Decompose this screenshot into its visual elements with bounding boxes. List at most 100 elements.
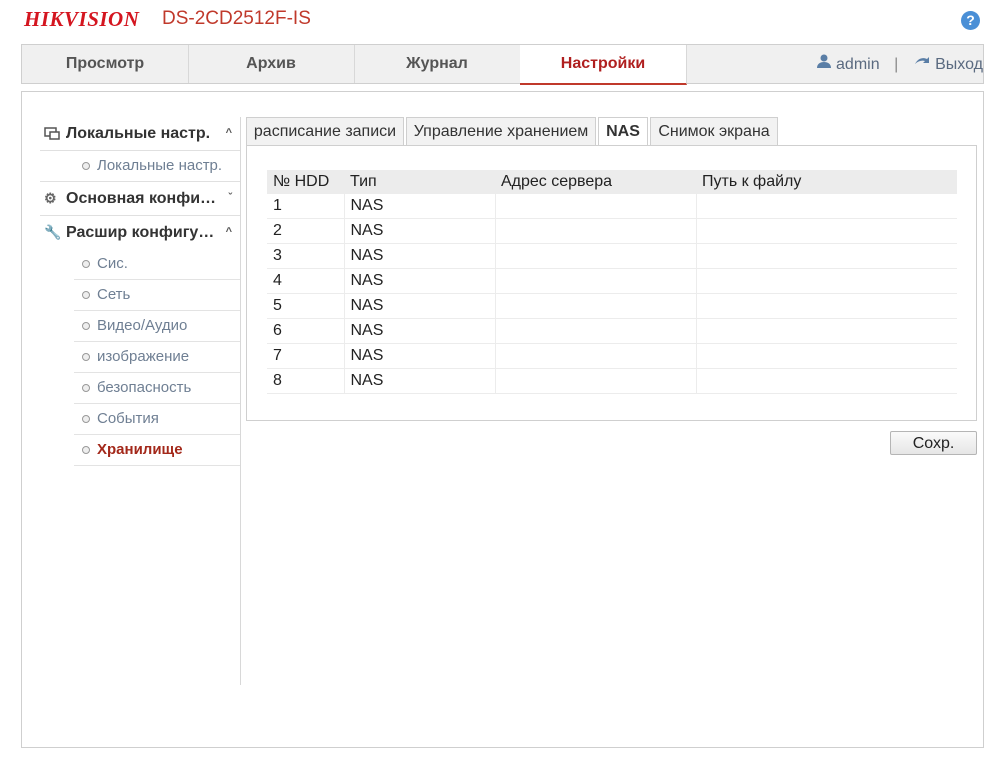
cell-type: NAS	[343, 318, 495, 344]
table-row[interactable]: 5 NAS	[267, 293, 957, 319]
chevron-up-icon: ^	[225, 127, 232, 139]
sidebar-item-video-audio[interactable]: Видео/Аудио	[74, 311, 240, 342]
sidebar-section-basic[interactable]: ⚙ Основная конфи… ˇ	[40, 182, 240, 216]
tab-snapshot[interactable]: Снимок экрана	[650, 117, 778, 145]
cell-type: NAS	[343, 243, 495, 269]
sidebar-item-label: События	[97, 410, 159, 427]
cell-path[interactable]	[695, 368, 957, 394]
sidebar: Локальные настр. ^ Локальные настр. ⚙ Ос…	[40, 117, 240, 466]
cell-path[interactable]	[695, 318, 957, 344]
user-separator: |	[894, 56, 899, 74]
bullet-icon	[82, 446, 90, 454]
cell-hdd: 7	[267, 343, 344, 369]
sidebar-item-label: безопасность	[97, 379, 192, 396]
bullet-icon	[82, 322, 90, 330]
cell-path[interactable]	[695, 218, 957, 244]
bullet-icon	[82, 384, 90, 392]
sidebar-item-label: Сис.	[97, 255, 128, 272]
table-row[interactable]: 1 NAS	[267, 194, 957, 219]
nav-tab-settings[interactable]: Настройки	[520, 45, 687, 85]
sidebar-section-label: Локальные настр.	[66, 125, 211, 142]
sidebar-item-label: Видео/Аудио	[97, 317, 188, 334]
device-model: DS-2CD2512F-IS	[162, 8, 311, 29]
column-header-type: Тип	[344, 170, 495, 194]
cell-path[interactable]	[695, 293, 957, 319]
cell-server[interactable]	[494, 293, 696, 319]
username: admin	[836, 56, 880, 74]
sidebar-item-security[interactable]: безопасность	[74, 373, 240, 404]
cell-hdd: 1	[267, 194, 344, 219]
top-navigation: Просмотр Архив Журнал Настройки admin | …	[21, 44, 984, 85]
sidebar-item-events[interactable]: События	[74, 404, 240, 435]
logout-icon	[913, 45, 931, 85]
sidebar-item-storage[interactable]: Хранилище	[74, 435, 240, 466]
hikvision-logo: HIKVISION	[24, 7, 140, 31]
cell-server[interactable]	[494, 243, 696, 269]
tab-nas[interactable]: NAS	[598, 117, 648, 147]
sidebar-item-local-settings[interactable]: Локальные настр.	[74, 151, 240, 181]
cell-server[interactable]	[494, 343, 696, 369]
cell-type: NAS	[343, 218, 495, 244]
cell-path[interactable]	[695, 243, 957, 269]
table-row[interactable]: 4 NAS	[267, 268, 957, 294]
chevron-up-icon: ^	[225, 226, 232, 238]
cell-server[interactable]	[494, 268, 696, 294]
column-header-server: Адрес сервера	[495, 170, 696, 194]
cell-hdd: 6	[267, 318, 344, 344]
logout-link[interactable]: Выход	[935, 56, 983, 73]
table-row[interactable]: 6 NAS	[267, 318, 957, 344]
bullet-icon	[82, 291, 90, 299]
table-row[interactable]: 7 NAS	[267, 343, 957, 369]
sidebar-divider-line	[240, 117, 241, 685]
cell-type: NAS	[343, 368, 495, 394]
user-area: admin | Выход	[816, 45, 983, 83]
sidebar-item-network[interactable]: Сеть	[74, 280, 240, 311]
cell-path[interactable]	[695, 343, 957, 369]
bullet-icon	[82, 162, 90, 170]
bullet-icon	[82, 260, 90, 268]
help-icon[interactable]: ?	[961, 11, 980, 30]
nav-tab-log[interactable]: Журнал	[354, 45, 521, 83]
cell-type: NAS	[343, 268, 495, 294]
table-row[interactable]: 2 NAS	[267, 218, 957, 244]
cell-path[interactable]	[695, 268, 957, 294]
column-header-hdd: № HDD	[267, 170, 344, 194]
sidebar-item-label: изображение	[97, 348, 190, 365]
cell-server[interactable]	[494, 368, 696, 394]
cell-hdd: 8	[267, 368, 344, 394]
cell-type: NAS	[343, 293, 495, 319]
sidebar-section-advanced[interactable]: 🔧 Расшир конфигу… ^	[40, 216, 240, 249]
tab-storage-management[interactable]: Управление хранением	[406, 117, 596, 145]
cell-hdd: 2	[267, 218, 344, 244]
sidebar-item-label: Хранилище	[97, 441, 183, 458]
column-header-path: Путь к файлу	[696, 170, 957, 194]
tab-record-schedule[interactable]: расписание записи	[246, 117, 404, 145]
cell-path[interactable]	[695, 194, 957, 219]
cell-server[interactable]	[494, 194, 696, 219]
nav-tab-archive[interactable]: Архив	[188, 45, 355, 83]
table-row[interactable]: 3 NAS	[267, 243, 957, 269]
sidebar-section-label: Расшир конфигу…	[66, 224, 215, 241]
table-row[interactable]: 8 NAS	[267, 368, 957, 394]
sidebar-section-local[interactable]: Локальные настр. ^	[40, 117, 240, 151]
bullet-icon	[82, 415, 90, 423]
monitor-icon	[44, 117, 60, 153]
gear-icon: ⚙	[44, 190, 57, 206]
sidebar-section-label: Основная конфи…	[66, 190, 217, 207]
chevron-down-icon: ˇ	[228, 192, 232, 204]
wrench-icon: 🔧	[44, 224, 62, 240]
cell-type: NAS	[343, 343, 495, 369]
cell-server[interactable]	[494, 318, 696, 344]
cell-hdd: 3	[267, 243, 344, 269]
sidebar-item-label: Локальные настр.	[97, 157, 223, 174]
cell-hdd: 5	[267, 293, 344, 319]
nav-tab-preview[interactable]: Просмотр	[22, 45, 189, 83]
sidebar-item-system[interactable]: Сис.	[74, 249, 240, 280]
sidebar-item-image[interactable]: изображение	[74, 342, 240, 373]
sidebar-item-label: Сеть	[97, 286, 131, 303]
cell-server[interactable]	[494, 218, 696, 244]
save-button[interactable]: Сохр.	[890, 431, 977, 455]
cell-hdd: 4	[267, 268, 344, 294]
user-icon	[816, 45, 832, 85]
nas-table: № HDD Тип Адрес сервера Путь к файлу 1 NA…	[267, 170, 957, 394]
